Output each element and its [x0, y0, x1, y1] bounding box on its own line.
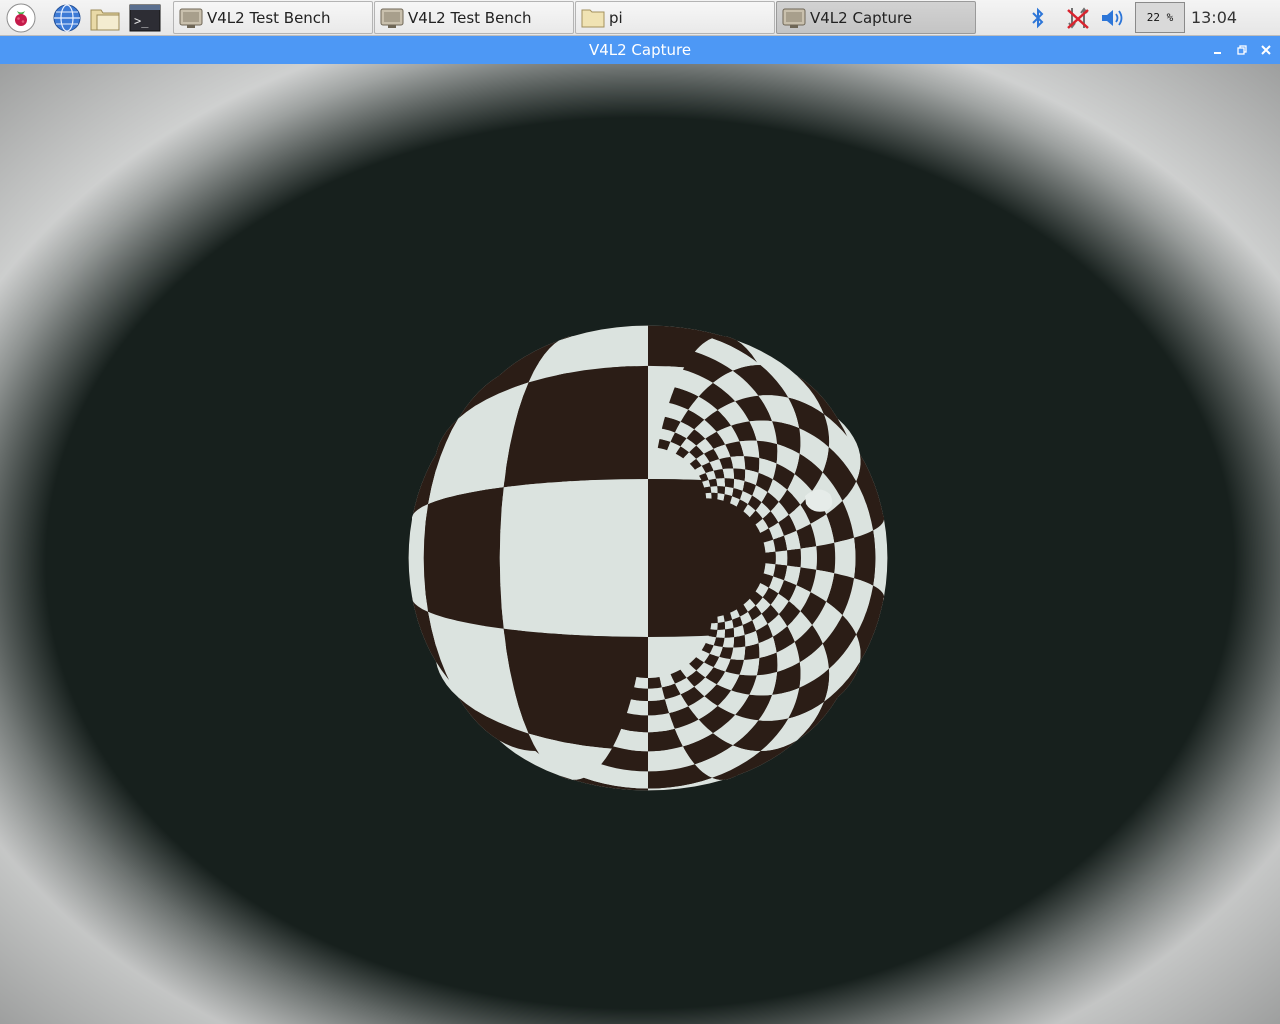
v4l2-app-icon: [781, 6, 807, 30]
clock[interactable]: 13:04: [1186, 0, 1242, 36]
raspberry-menu-icon[interactable]: [5, 2, 37, 34]
taskbar-button-v4l2-capture[interactable]: V4L2 Capture: [776, 1, 976, 34]
svg-text:>_: >_: [134, 14, 149, 28]
web-browser-icon[interactable]: [51, 2, 83, 34]
cpu-usage-value: 22 %: [1146, 11, 1174, 24]
taskbar-button-v4l2-test-bench-1[interactable]: V4L2 Test Bench: [173, 1, 373, 34]
taskbar-button-label: pi: [609, 8, 623, 27]
window-title: V4L2 Capture: [588, 41, 692, 59]
maximize-icon[interactable]: [1234, 42, 1250, 58]
taskbar: >_ V4L2 Test Bench V4L2 Test Bench pi V4…: [0, 0, 1280, 36]
folder-icon: [580, 6, 606, 30]
v4l2-app-icon: [379, 6, 405, 30]
file-manager-icon[interactable]: [89, 2, 121, 34]
window-titlebar[interactable]: V4L2 Capture: [0, 36, 1280, 64]
network-disconnected-icon[interactable]: [1062, 0, 1094, 36]
bluetooth-icon[interactable]: [1026, 0, 1050, 36]
minimize-icon[interactable]: [1210, 42, 1226, 58]
checkerboard-fisheye-image: [0, 64, 1280, 1024]
terminal-icon[interactable]: >_: [129, 2, 161, 34]
taskbar-button-v4l2-test-bench-2[interactable]: V4L2 Test Bench: [374, 1, 574, 34]
v4l2-app-icon: [178, 6, 204, 30]
taskbar-button-label: V4L2 Test Bench: [408, 8, 532, 27]
taskbar-button-label: V4L2 Capture: [810, 8, 913, 27]
cpu-usage-monitor[interactable]: 22 %: [1135, 2, 1185, 33]
taskbar-button-label: V4L2 Test Bench: [207, 8, 331, 27]
volume-icon[interactable]: [1098, 0, 1128, 36]
taskbar-button-pi-folder[interactable]: pi: [575, 1, 775, 34]
camera-capture-view: [0, 64, 1280, 1024]
close-icon[interactable]: [1258, 42, 1274, 58]
